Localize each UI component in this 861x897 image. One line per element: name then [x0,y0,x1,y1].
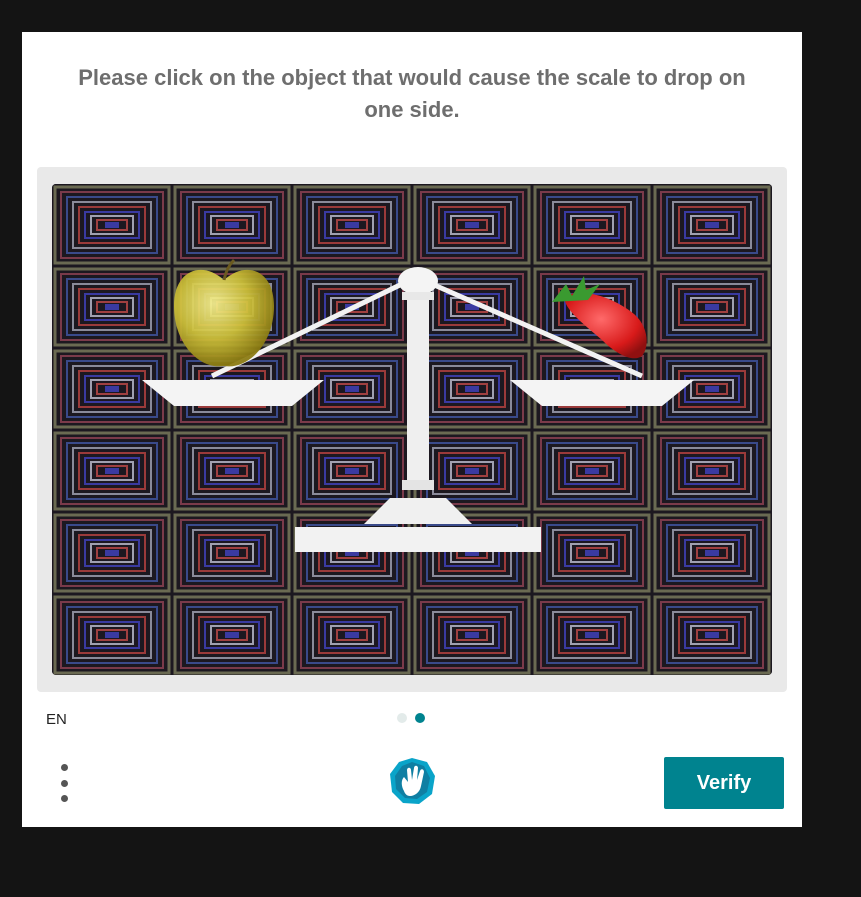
hcaptcha-logo-icon [387,756,437,806]
page-indicator [397,713,425,723]
apple-object[interactable] [174,258,274,367]
page-dot-2[interactable] [415,713,425,723]
challenge-frame [37,167,787,692]
page-dot-1[interactable] [397,713,407,723]
vertical-ellipsis-icon [60,795,68,802]
verify-button[interactable]: Verify [664,757,784,809]
captcha-card: Please click on the object that would ca… [22,32,802,827]
vertical-ellipsis-icon [60,764,68,771]
menu-button[interactable] [56,764,72,802]
prompt-line-1: Please click on the object that would ca… [78,65,746,90]
challenge-prompt: Please click on the object that would ca… [22,62,802,126]
language-selector[interactable]: EN [46,711,67,728]
vertical-ellipsis-icon [60,779,68,787]
challenge-image[interactable] [52,184,772,675]
prompt-line-2: one side. [364,97,460,122]
